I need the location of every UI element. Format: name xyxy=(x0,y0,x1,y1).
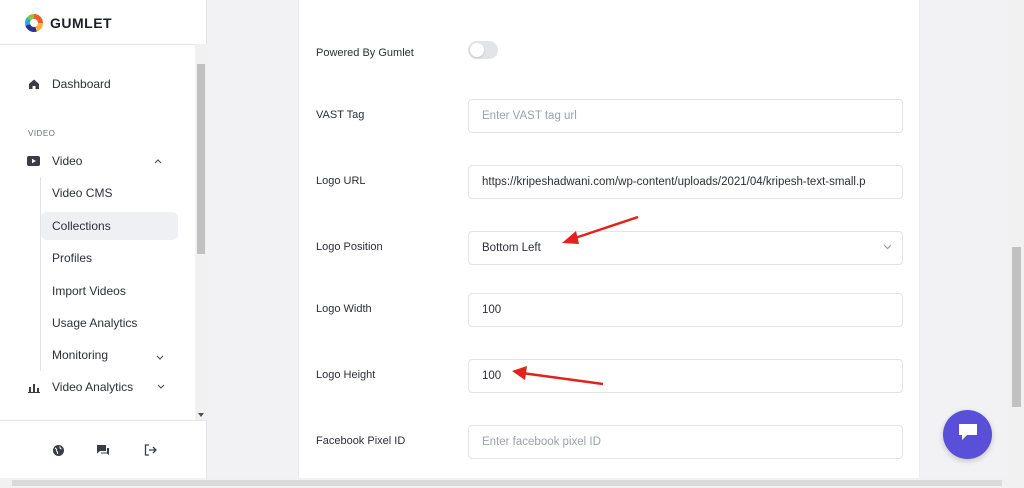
logout-icon[interactable] xyxy=(143,443,157,457)
horizontal-scrollbar-thumb[interactable] xyxy=(12,480,1002,486)
logo-position-select[interactable]: Bottom Left xyxy=(468,231,903,265)
facebook-pixel-input[interactable]: Enter facebook pixel ID xyxy=(468,425,903,459)
sidebar-subitem-video-cms[interactable]: Video CMS xyxy=(41,179,178,207)
sidebar-item-label: Video Analytics xyxy=(52,380,134,394)
logo-width-input[interactable]: 100 xyxy=(468,293,903,327)
logo-url-input[interactable]: https://kripeshadwani.com/wp-content/upl… xyxy=(468,165,903,199)
page-horizontal-scrollbar[interactable] xyxy=(0,478,1024,488)
bar-chart-icon xyxy=(27,381,40,394)
sidebar-subitem-import-videos[interactable]: Import Videos xyxy=(41,277,178,305)
gumlet-logo-icon xyxy=(25,14,43,32)
home-icon xyxy=(27,78,40,91)
logo-height-input[interactable]: 100 xyxy=(468,359,903,393)
chat-bubble-icon xyxy=(957,422,979,447)
sidebar-item-label: Monitoring xyxy=(52,348,109,362)
youtube-icon xyxy=(27,155,40,168)
sidebar-subitem-collections[interactable]: Collections xyxy=(41,212,178,240)
powered-by-toggle[interactable] xyxy=(468,41,498,59)
vast-tag-input[interactable]: Enter VAST tag url xyxy=(468,99,903,133)
logo-position-value: Bottom Left xyxy=(482,242,541,254)
chevron-down-icon xyxy=(156,350,164,364)
brand-logo[interactable]: GUMLET xyxy=(25,14,112,32)
sidebar-subitem-usage-analytics[interactable]: Usage Analytics xyxy=(41,309,178,337)
sidebar: GUMLET Dashboard VIDEO Video Video CMS C… xyxy=(0,0,207,488)
player-settings-card: Powered By Gumlet VAST Tag Enter VAST ta… xyxy=(298,0,920,478)
sidebar-item-dashboard[interactable]: Dashboard xyxy=(0,70,195,98)
chevron-down-icon xyxy=(157,382,165,393)
section-label-video: VIDEO xyxy=(28,129,56,138)
chevron-up-icon xyxy=(154,156,162,167)
sidebar-scrollbar-thumb[interactable] xyxy=(197,64,205,254)
facebook-pixel-label: Facebook Pixel ID xyxy=(316,435,406,447)
sidebar-subitem-monitoring[interactable]: Monitoring xyxy=(41,341,178,369)
sidebar-footer xyxy=(0,420,207,478)
sidebar-nav: Dashboard VIDEO Video Video CMS Collecti… xyxy=(0,44,207,420)
vast-tag-label: VAST Tag xyxy=(316,109,365,121)
powered-by-label: Powered By Gumlet xyxy=(316,47,414,59)
logo-position-label: Logo Position xyxy=(316,241,383,253)
sidebar-subitem-profiles[interactable]: Profiles xyxy=(41,244,178,272)
sidebar-item-label: Dashboard xyxy=(52,77,111,91)
sidebar-item-video-analytics[interactable]: Video Analytics xyxy=(0,373,195,401)
page-scrollbar-thumb[interactable] xyxy=(1012,247,1021,407)
sidebar-scrollbar[interactable] xyxy=(195,44,207,420)
logo-width-label: Logo Width xyxy=(316,303,372,315)
logo-url-label: Logo URL xyxy=(316,175,366,187)
chevron-down-icon xyxy=(883,242,892,253)
sidebar-item-label: Video xyxy=(52,154,83,168)
globe-icon[interactable] xyxy=(51,443,65,457)
scroll-down-arrow-icon[interactable] xyxy=(198,413,204,417)
brand-name: GUMLET xyxy=(50,15,113,31)
chat-icon[interactable] xyxy=(96,443,110,457)
support-chat-button[interactable] xyxy=(943,410,992,459)
logo-height-label: Logo Height xyxy=(316,369,376,381)
sidebar-item-video[interactable]: Video xyxy=(0,147,195,175)
page-vertical-scrollbar[interactable] xyxy=(1009,0,1024,478)
